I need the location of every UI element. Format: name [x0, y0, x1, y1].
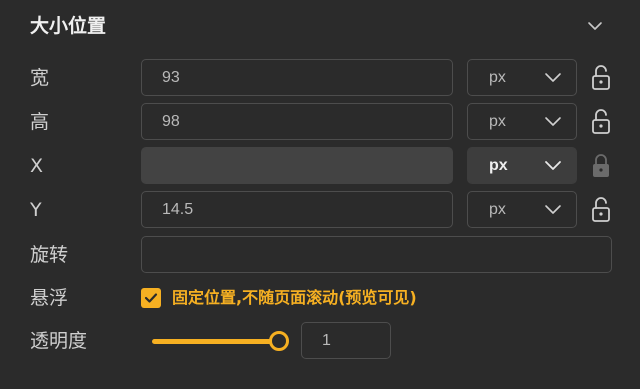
y-lock-button[interactable] — [590, 196, 612, 224]
x-row: X px — [0, 146, 640, 186]
float-label: 悬浮 — [30, 287, 69, 309]
rotation-label: 旋转 — [30, 244, 69, 266]
lock-open-icon — [592, 109, 610, 134]
y-input[interactable]: 14.5 — [141, 191, 453, 228]
y-label: Y — [30, 199, 42, 221]
width-row: 宽 93 px — [0, 58, 640, 98]
lock-open-icon — [592, 197, 610, 222]
rotation-input[interactable] — [141, 236, 612, 273]
y-unit-select[interactable]: px — [467, 191, 577, 228]
rotation-row: 旋转 — [0, 235, 640, 275]
height-row: 高 98 px — [0, 102, 640, 142]
section-title: 大小位置 — [30, 15, 107, 37]
x-unit-value: px — [489, 157, 508, 174]
chevron-down-icon — [545, 117, 561, 126]
height-label: 高 — [30, 111, 50, 133]
x-unit-select[interactable]: px — [467, 147, 577, 184]
y-unit-value: px — [489, 201, 506, 218]
float-checkbox[interactable] — [141, 288, 161, 308]
size-position-panel: 大小位置 宽 93 px 高 98 px X px Y 14.5 px 旋转 悬… — [0, 0, 640, 389]
checkmark-icon — [144, 293, 158, 303]
chevron-down-icon — [545, 73, 561, 82]
lock-closed-icon — [593, 154, 609, 177]
height-input[interactable]: 98 — [141, 103, 453, 140]
opacity-label: 透明度 — [30, 330, 88, 352]
width-label: 宽 — [30, 67, 50, 89]
height-unit-value: px — [489, 113, 506, 130]
height-lock-button[interactable] — [590, 108, 612, 136]
chevron-down-icon — [545, 205, 561, 214]
width-unit-select[interactable]: px — [467, 59, 577, 96]
height-unit-select[interactable]: px — [467, 103, 577, 140]
x-lock-button[interactable] — [590, 152, 612, 180]
y-row: Y 14.5 px — [0, 190, 640, 230]
width-input[interactable]: 93 — [141, 59, 453, 96]
x-label: X — [30, 155, 44, 177]
width-lock-button[interactable] — [590, 64, 612, 92]
opacity-slider-thumb[interactable] — [269, 331, 289, 351]
opacity-slider[interactable] — [152, 331, 289, 351]
chevron-down-icon — [588, 22, 602, 30]
x-input — [141, 147, 453, 184]
collapse-button[interactable] — [584, 16, 606, 36]
float-checkbox-label[interactable]: 固定位置,不随页面滚动(预览可见) — [172, 278, 417, 318]
opacity-input[interactable]: 1 — [301, 322, 391, 359]
width-unit-value: px — [489, 69, 506, 86]
chevron-down-icon — [545, 161, 561, 170]
float-row: 悬浮 固定位置,不随页面滚动(预览可见) — [0, 278, 640, 318]
opacity-slider-track — [152, 339, 278, 344]
lock-open-icon — [592, 65, 610, 90]
opacity-row: 透明度 1 — [0, 321, 640, 361]
